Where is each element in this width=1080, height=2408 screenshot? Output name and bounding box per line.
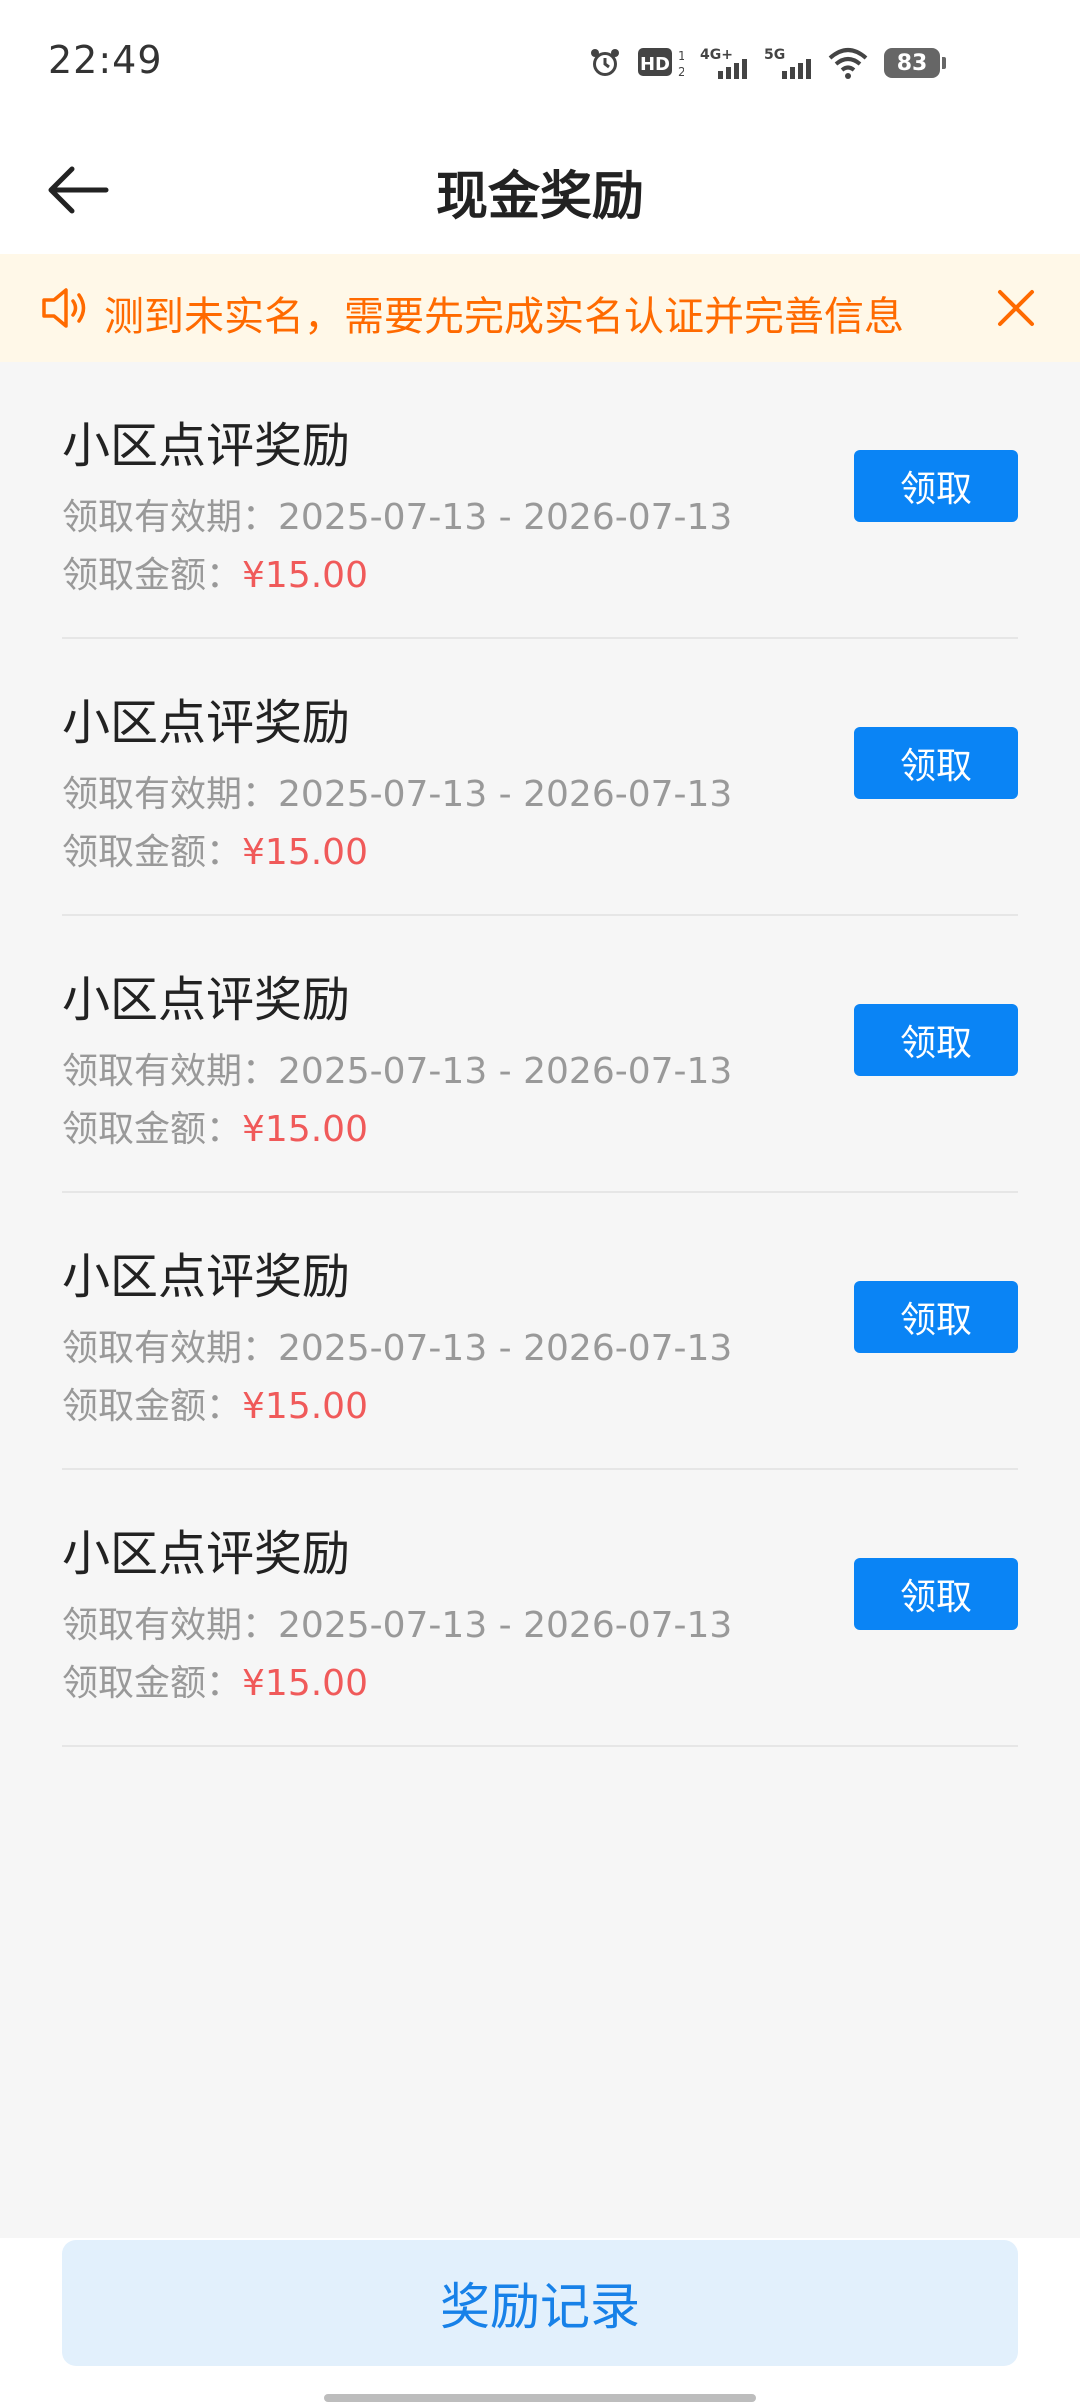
- notice-close-button[interactable]: [988, 280, 1044, 336]
- reward-period: 领取有效期：2025-07-13 - 2026-07-13: [62, 488, 732, 540]
- reward-period: 领取有效期：2025-07-13 - 2026-07-13: [62, 1042, 732, 1094]
- amount-label: 领取金额：: [62, 832, 243, 873]
- period-value: 2025-07-13 - 2026-07-13: [278, 1605, 733, 1646]
- amount-label: 领取金额：: [62, 1386, 243, 1427]
- hd-label: HD: [640, 54, 670, 75]
- reward-records-button[interactable]: 奖励记录: [62, 2240, 1018, 2366]
- period-label: 领取有效期：: [62, 1051, 279, 1092]
- reward-item: 小区点评奖励 领取有效期：2025-07-13 - 2026-07-13 领取金…: [62, 1193, 1018, 1470]
- amount-value: ¥15.00: [242, 832, 368, 873]
- battery-level: 83: [896, 50, 928, 76]
- period-label: 领取有效期：: [62, 774, 279, 815]
- reward-period: 领取有效期：2025-07-13 - 2026-07-13: [62, 1319, 732, 1371]
- reward-period: 领取有效期：2025-07-13 - 2026-07-13: [62, 765, 732, 817]
- reward-amount: 领取金额：¥15.00: [62, 1654, 368, 1706]
- reward-title: 小区点评奖励: [62, 1526, 351, 1582]
- amount-value: ¥15.00: [242, 1663, 368, 1704]
- svg-text:2: 2: [678, 65, 684, 79]
- reward-amount: 领取金额：¥15.00: [62, 546, 368, 598]
- claim-button[interactable]: 领取: [854, 727, 1018, 799]
- period-label: 领取有效期：: [62, 497, 279, 538]
- period-value: 2025-07-13 - 2026-07-13: [278, 497, 733, 538]
- reward-list: 小区点评奖励 领取有效期：2025-07-13 - 2026-07-13 领取金…: [0, 362, 1080, 1747]
- amount-value: ¥15.00: [242, 555, 368, 596]
- period-value: 2025-07-13 - 2026-07-13: [278, 1051, 733, 1092]
- reward-title: 小区点评奖励: [62, 1249, 351, 1305]
- period-label: 领取有效期：: [62, 1328, 279, 1369]
- svg-text:1: 1: [678, 49, 684, 63]
- hd-icon: HD 1 2: [638, 46, 684, 80]
- reward-amount: 领取金额：¥15.00: [62, 1377, 368, 1429]
- reward-amount: 领取金额：¥15.00: [62, 823, 368, 875]
- notice-text[interactable]: 测到未实名，需要先完成实名认证并完善信息: [104, 284, 904, 342]
- reward-item: 小区点评奖励 领取有效期：2025-07-13 - 2026-07-13 领取金…: [62, 639, 1018, 916]
- reward-title: 小区点评奖励: [62, 972, 351, 1028]
- claim-button[interactable]: 领取: [854, 1558, 1018, 1630]
- page-title: 现金奖励: [435, 167, 644, 227]
- reward-period: 领取有效期：2025-07-13 - 2026-07-13: [62, 1596, 732, 1648]
- battery-icon: 83: [884, 48, 946, 78]
- amount-label: 领取金额：: [62, 1109, 243, 1150]
- reward-item: 小区点评奖励 领取有效期：2025-07-13 - 2026-07-13 领取金…: [62, 362, 1018, 639]
- reward-title: 小区点评奖励: [62, 418, 351, 474]
- period-value: 2025-07-13 - 2026-07-13: [278, 774, 733, 815]
- notice-bar: 测到未实名，需要先完成实名认证并完善信息: [0, 254, 1080, 362]
- reward-item: 小区点评奖励 领取有效期：2025-07-13 - 2026-07-13 领取金…: [62, 916, 1018, 1193]
- amount-value: ¥15.00: [242, 1386, 368, 1427]
- status-icons: HD 1 2 4G+ 5G 83: [588, 40, 946, 86]
- reward-item: 小区点评奖励 领取有效期：2025-07-13 - 2026-07-13 领取金…: [62, 1470, 1018, 1747]
- alarm-icon: [588, 46, 622, 80]
- claim-button[interactable]: 领取: [854, 1004, 1018, 1076]
- claim-button[interactable]: 领取: [854, 1281, 1018, 1353]
- speaker-icon: [40, 284, 92, 332]
- header: 现金奖励: [0, 126, 1080, 254]
- reward-title: 小区点评奖励: [62, 695, 351, 751]
- claim-button[interactable]: 领取: [854, 450, 1018, 522]
- status-bar: 22:49 HD 1 2 4G+ 5G 83: [0, 0, 1080, 126]
- status-time: 22:49: [48, 38, 163, 82]
- net1-label: 4G+: [700, 47, 733, 63]
- amount-label: 领取金额：: [62, 1663, 243, 1704]
- screen: 22:49 HD 1 2 4G+ 5G 83 现金奖励 测到未实名，需要先完成实…: [0, 0, 1080, 2408]
- amount-value: ¥15.00: [242, 1109, 368, 1150]
- close-icon: [998, 290, 1034, 326]
- net2-label: 5G: [764, 47, 785, 63]
- period-value: 2025-07-13 - 2026-07-13: [278, 1328, 733, 1369]
- home-indicator[interactable]: [324, 2394, 756, 2402]
- amount-label: 领取金额：: [62, 555, 243, 596]
- bottom-area: 奖励记录: [0, 2238, 1080, 2408]
- period-label: 领取有效期：: [62, 1605, 279, 1646]
- reward-amount: 领取金额：¥15.00: [62, 1100, 368, 1152]
- wifi-icon: [828, 46, 868, 80]
- signal-5g-icon: 5G: [764, 45, 812, 81]
- signal-4g-icon: 4G+: [700, 45, 748, 81]
